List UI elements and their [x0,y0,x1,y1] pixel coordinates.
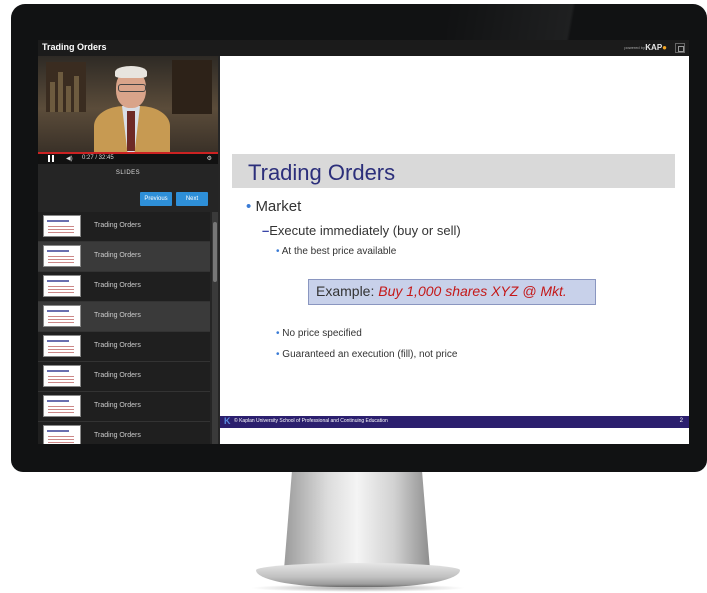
slide-list-item[interactable]: Trading Orders [38,422,210,444]
slides-heading: SLIDES [115,170,141,176]
kaplan-logo-icon: K [224,416,231,426]
slide-list-item[interactable]: Trading Orders [38,362,210,392]
powered-by-label: powered by [624,45,645,50]
slide-item-label: Trading Orders [94,342,141,349]
bullet2-text: Execute immediately (buy or sell) [269,223,461,238]
bookshelf-left [46,62,86,112]
slide-title: Trading Orders [248,160,396,185]
slide-list-item[interactable]: Trading Orders [38,392,210,422]
slide-list-item[interactable]: Trading Orders [38,332,210,362]
slide-thumbnail [43,215,81,237]
next-button[interactable]: Next [176,192,208,206]
bullet-level2: –Execute immediately (buy or sell) [262,223,461,238]
bullet-level3: • No price specified [276,328,362,339]
slide-item-label: Trading Orders [94,252,141,259]
fullscreen-icon[interactable] [675,43,685,53]
slide-item-label: Trading Orders [94,222,141,229]
bullet-dot-icon: • [276,246,280,257]
bullet1-text: Market [255,198,302,215]
bullet5-text: Guaranteed an execution (fill), not pric… [282,349,458,360]
example-line: Example: Buy 1,000 shares XYZ @ Mkt. [316,283,567,299]
speaker-glasses [118,84,146,92]
gear-icon[interactable]: ⚙ [207,155,212,162]
bullet-dot-icon: • [276,328,280,339]
bullet-level3: • At the best price available [276,246,396,257]
slide-thumbnail [43,425,81,444]
monitor-bezel: Trading Orders powered by KAP● ◀) 0:27 /… [11,4,707,472]
slide-list-item[interactable]: Trading Orders [38,302,210,332]
bullet-dot-icon: • [276,349,280,360]
slide-list-item[interactable]: Trading Orders [38,212,210,242]
bullet-dot-icon: • [246,198,252,215]
screen: Trading Orders powered by KAP● ◀) 0:27 /… [38,40,689,444]
left-panel: ◀) 0:27 / 32:45 ⚙ SLIDES Previous Next T… [38,56,218,444]
brand-name: KAP [645,43,663,52]
time-readout: 0:27 / 32:45 [82,155,114,161]
page-number: 2 [679,418,683,424]
brand-logo: KAP● [645,43,667,52]
speaker-hair [115,66,147,78]
slide-thumbnail [43,365,81,387]
video-feed[interactable] [38,56,218,152]
video-controls: ◀) 0:27 / 32:45 ⚙ [38,152,218,164]
slide-thumbnail [43,245,81,267]
bullet4-text: No price specified [282,328,362,339]
slide-content: Trading Orders • Market –Execute immedia… [220,56,689,444]
slide-list-item-active[interactable]: Trading Orders [38,242,210,272]
brand-mark: ● [662,43,667,52]
bullet3-text: At the best price available [281,246,397,257]
player-title: Trading Orders [42,42,107,52]
slide-thumbnail [43,335,81,357]
pause-icon[interactable] [48,155,54,162]
slide-item-label: Trading Orders [94,282,141,289]
slide-item-label: Trading Orders [94,402,141,409]
slide-thumbnail [43,395,81,417]
bullet-level3: • Guaranteed an execution (fill), not pr… [276,349,457,360]
example-prefix: Example: [316,283,379,299]
example-text: Buy 1,000 shares XYZ @ Mkt. [378,283,567,299]
scrollbar-thumb[interactable] [213,222,217,282]
bullet-level1: • Market [246,198,301,215]
slide-item-label: Trading Orders [94,372,141,379]
speaker-tie [127,111,135,151]
player-titlebar: Trading Orders powered by KAP● [38,40,689,56]
slide-thumbnail [43,305,81,327]
slide-footer: K © Kaplan University School of Professi… [220,416,689,428]
bookshelf-right [172,60,212,114]
slide-item-label: Trading Orders [94,432,141,439]
previous-button[interactable]: Previous [140,192,172,206]
slide-list-scrollbar[interactable] [212,212,218,444]
slide-list-item[interactable]: Trading Orders [38,272,210,302]
slide-thumbnail [43,275,81,297]
footer-text: © Kaplan University School of Profession… [234,418,388,424]
slide-list: Trading Orders Trading Orders Trading Or… [38,212,210,444]
slide-item-label: Trading Orders [94,312,141,319]
volume-icon[interactable]: ◀) [66,155,73,162]
stand-shadow [250,584,466,592]
